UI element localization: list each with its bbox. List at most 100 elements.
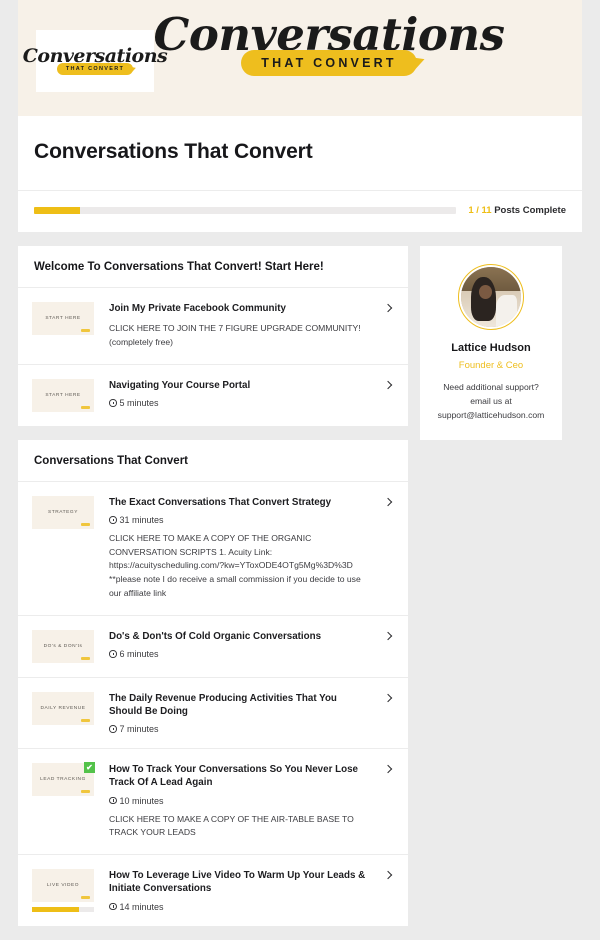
chevron-right-icon[interactable]: [384, 871, 394, 881]
thumbnail-label: DO's & DON'ts: [43, 643, 83, 649]
lesson-title[interactable]: The Daily Revenue Producing Activities T…: [109, 692, 372, 718]
brand-badge: THAT CONVERT: [56, 63, 134, 75]
lesson-duration-text: 6 minutes: [119, 648, 159, 659]
lesson-thumbnail-wrap: START HERE: [32, 378, 94, 412]
thumbnail-brand-mark: [81, 656, 90, 660]
lesson-thumbnail-wrap: DAILY REVENUE: [32, 691, 94, 725]
clock-icon: [109, 902, 117, 911]
lesson-thumbnail-wrap: STRATEGY: [32, 495, 94, 529]
lesson-thumbnail: LEAD TRACKING ✔: [32, 762, 95, 797]
support-text: Need additional support? email us at sup…: [437, 382, 545, 420]
lesson-title[interactable]: How To Track Your Conversations So You N…: [109, 763, 372, 789]
lesson-title[interactable]: Navigating Your Course Portal: [109, 379, 372, 392]
lesson-duration: 7 minutes: [109, 724, 372, 734]
chevron-right-icon[interactable]: [384, 632, 394, 642]
thumbnail-label: LEAD TRACKING: [40, 776, 86, 782]
lesson-thumbnail: STRATEGY: [32, 495, 94, 529]
thumbnail-label: DAILY REVENUE: [40, 705, 86, 711]
lesson-row[interactable]: START HERE Navigating Your Course Portal 5…: [18, 365, 408, 426]
chevron-right-icon[interactable]: [384, 304, 394, 314]
thumbnail-brand-mark: [81, 718, 90, 722]
thumbnail-label: LIVE VIDEO: [46, 882, 80, 888]
lesson-thumbnail-wrap: LEAD TRACKING ✔: [32, 762, 95, 797]
completed-check-icon: ✔: [84, 762, 95, 774]
lesson-watch-progress-fill: [32, 907, 79, 913]
lesson-row[interactable]: LIVE VIDEO How To Leverage Live Video To …: [18, 855, 408, 926]
clock-icon: [109, 650, 117, 658]
lesson-duration: 6 minutes: [109, 649, 372, 659]
course-page: Conversations THAT CONVERT Conversations…: [0, 0, 600, 940]
lesson-description: CLICK HERE TO JOIN THE 7 FIGURE UPGRADE …: [109, 323, 361, 347]
lesson-body: Navigating Your Course Portal 5 minutes: [94, 379, 394, 408]
lesson-row[interactable]: DO's & DON'ts Do's & Don'ts Of Cold Organ…: [18, 616, 408, 678]
section-heading: Welcome To Conversations That Convert! S…: [18, 246, 408, 288]
thumbnail-label: START HERE: [45, 392, 81, 398]
page-title: Conversations That Convert: [34, 140, 313, 163]
lesson-duration: 14 minutes: [109, 902, 372, 912]
lesson-body: Join My Private Facebook Community CLICK …: [94, 302, 394, 350]
progress-track: [34, 207, 457, 214]
lesson-duration-text: 5 minutes: [119, 397, 159, 408]
lesson-body: How To Leverage Live Video To Warm Up Yo…: [94, 869, 394, 912]
lesson-thumbnail-wrap: LIVE VIDEO: [32, 869, 94, 913]
lesson-thumbnail: START HERE: [32, 378, 94, 412]
chevron-right-icon[interactable]: [384, 498, 394, 508]
thumbnail-brand-mark: [81, 405, 90, 409]
thumbnail-brand-mark: [81, 329, 90, 332]
lesson-duration: 10 minutes: [109, 796, 372, 806]
lesson-title[interactable]: Join My Private Facebook Community: [109, 302, 372, 315]
lesson-body: The Daily Revenue Producing Activities T…: [94, 692, 394, 734]
lesson-duration: 31 minutes: [109, 515, 372, 525]
lesson-thumbnail: DAILY REVENUE: [32, 691, 94, 725]
lesson-body: How To Track Your Conversations So You N…: [94, 763, 394, 840]
lesson-row[interactable]: STRATEGY The Exact Conversations That Con…: [18, 482, 408, 616]
instructor-role: Founder & Ceo: [458, 360, 524, 371]
lesson-duration-text: 31 minutes: [119, 514, 164, 525]
lesson-duration-text: 14 minutes: [119, 901, 164, 912]
avatar-image: [461, 267, 521, 327]
clock-icon: [109, 399, 117, 407]
lesson-body: The Exact Conversations That Convert Str…: [94, 496, 394, 601]
thumbnail-brand-mark: [81, 790, 90, 794]
lesson-row[interactable]: LEAD TRACKING ✔ How To Track Your Conversa…: [18, 749, 408, 856]
sidebar-column: Lattice Hudson Founder & Ceo Need additi…: [420, 246, 562, 441]
lesson-row[interactable]: START HERE Join My Private Facebook Commu…: [18, 288, 408, 365]
progress-label-text: Posts Complete: [494, 205, 566, 216]
section-card: Conversations That Convert STRATEGY The Ex…: [18, 439, 408, 927]
lesson-title[interactable]: How To Leverage Live Video To Warm Up Yo…: [109, 869, 372, 895]
lesson-duration: 5 minutes: [109, 398, 372, 408]
thumbnail-label: START HERE: [45, 315, 81, 321]
hero-badge: THAT CONVERT: [241, 50, 417, 76]
thumbnail-brand-mark: [81, 522, 90, 526]
content-area: Welcome To Conversations That Convert! S…: [18, 246, 582, 940]
brand-logo-card: Conversations THAT CONVERT: [23, 30, 168, 92]
progress-label: 1 / 11 Posts Complete: [468, 205, 566, 216]
instructor-name: Lattice Hudson: [451, 342, 531, 354]
course-header-card: Conversations That Convert 1 / 11 Posts …: [18, 116, 582, 232]
lesson-description: CLICK HERE TO MAKE A COPY OF THE AIR-TAB…: [109, 813, 354, 838]
lesson-thumbnail: DO's & DON'ts: [32, 629, 94, 663]
chevron-right-icon[interactable]: [384, 765, 394, 775]
lesson-duration-text: 10 minutes: [119, 795, 164, 806]
hero-banner: Conversations THAT CONVERT Conversations…: [18, 0, 582, 116]
clock-icon: [109, 796, 117, 805]
lesson-watch-progress: [32, 907, 94, 913]
thumbnail-label: STRATEGY: [48, 509, 78, 515]
clock-icon: [109, 725, 117, 733]
avatar: [458, 264, 524, 330]
progress-count: 1 / 11: [468, 205, 492, 216]
lesson-row[interactable]: DAILY REVENUE The Daily Revenue Producing…: [18, 678, 408, 750]
section-heading: Conversations That Convert: [18, 440, 408, 482]
section-card: Welcome To Conversations That Convert! S…: [18, 246, 408, 426]
page-title-wrap: Conversations That Convert: [18, 116, 582, 191]
course-progress: 1 / 11 Posts Complete: [18, 191, 582, 232]
instructor-card: Lattice Hudson Founder & Ceo Need additi…: [420, 246, 562, 441]
chevron-right-icon[interactable]: [384, 381, 394, 391]
chevron-right-icon[interactable]: [384, 694, 394, 704]
lesson-thumbnail-wrap: START HERE: [32, 302, 94, 335]
lesson-title[interactable]: Do's & Don'ts Of Cold Organic Conversati…: [109, 630, 372, 643]
lesson-title[interactable]: The Exact Conversations That Convert Str…: [109, 496, 372, 509]
lesson-body: Do's & Don'ts Of Cold Organic Conversati…: [94, 630, 394, 659]
lesson-duration-text: 7 minutes: [119, 724, 159, 735]
hero-logo: Conversations THAT CONVERT: [154, 12, 505, 76]
